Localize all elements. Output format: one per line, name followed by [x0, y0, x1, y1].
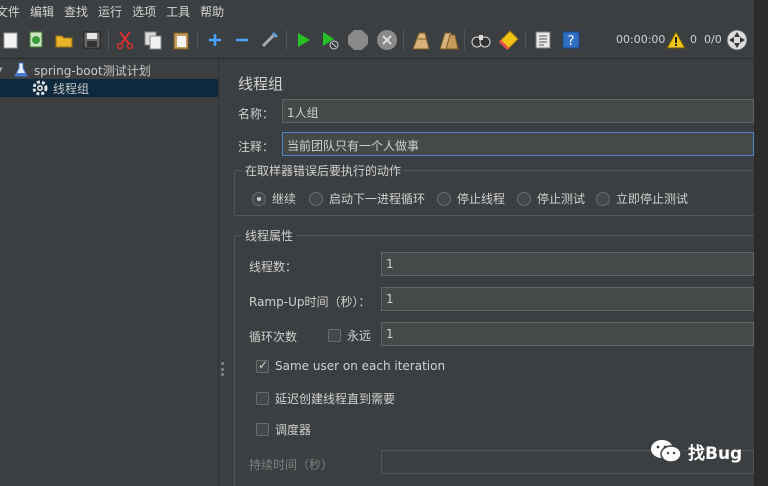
- menu-help[interactable]: 帮助: [195, 3, 229, 20]
- radio-start-next-loop[interactable]: 启动下一进程循环: [309, 190, 425, 207]
- reset-search-icon[interactable]: [498, 29, 520, 51]
- toolbar: ? 00:00:00 0 0/0: [0, 23, 754, 59]
- new-icon[interactable]: [0, 29, 22, 51]
- watermark: 找Bug: [650, 438, 742, 464]
- delay-thread-creation-checkbox[interactable]: 延迟创建线程直到需要: [256, 390, 395, 407]
- remote-status-icon[interactable]: [726, 29, 748, 51]
- cut-icon[interactable]: [114, 29, 136, 51]
- stop-icon[interactable]: [347, 29, 369, 51]
- save-icon[interactable]: [81, 29, 103, 51]
- copy-icon[interactable]: [142, 29, 164, 51]
- menu-edit[interactable]: 编辑: [25, 3, 59, 20]
- checkbox-icon[interactable]: [256, 392, 269, 405]
- warning-icon[interactable]: [665, 29, 687, 51]
- thread-properties-title: 线程属性: [242, 227, 297, 244]
- open-icon[interactable]: [53, 29, 75, 51]
- svg-text:?: ?: [568, 34, 575, 49]
- tree-node-label: spring-boot测试计划: [34, 63, 151, 78]
- thread-group-panel: 线程组 名称： 1人组 注释： 当前团队只有一个人做事 在取样器错误后要执行的动…: [228, 59, 764, 486]
- menu-file[interactable]: 文件: [0, 3, 25, 20]
- clear-icon[interactable]: [409, 29, 431, 51]
- menu-bar: 文件 编辑 查找 运行 选项 工具 帮助: [0, 0, 768, 23]
- tree-node-test-plan[interactable]: ▾ spring-boot测试计划: [0, 61, 151, 79]
- function-helper-icon[interactable]: [532, 29, 554, 51]
- toolbar-divider: [525, 30, 526, 50]
- menu-run[interactable]: 运行: [93, 3, 127, 20]
- menu-tools[interactable]: 工具: [161, 3, 195, 20]
- toolbar-divider: [108, 30, 109, 50]
- page-title: 线程组: [238, 75, 284, 93]
- loop-count-label: 循环次数: [249, 330, 298, 344]
- active-thread-count: 0/0: [704, 33, 722, 46]
- clear-all-icon[interactable]: [437, 29, 459, 51]
- comment-field[interactable]: 当前团队只有一个人做事: [282, 132, 754, 156]
- toolbar-divider: [464, 30, 465, 50]
- paste-icon[interactable]: [170, 29, 192, 51]
- wechat-icon: [650, 438, 682, 464]
- start-no-pauses-icon[interactable]: [319, 29, 341, 51]
- warning-count: 0: [690, 33, 697, 46]
- radio-stop-test-now[interactable]: 立即停止测试: [596, 190, 688, 207]
- loop-count-field[interactable]: 1: [381, 322, 754, 346]
- splitter-grip-icon[interactable]: [221, 362, 224, 376]
- menu-search[interactable]: 查找: [59, 3, 93, 20]
- toolbar-divider: [286, 30, 287, 50]
- gear-icon: [32, 80, 48, 96]
- flask-icon: [14, 62, 28, 78]
- shutdown-icon[interactable]: [376, 29, 398, 51]
- radio-stop-test[interactable]: 停止测试: [517, 190, 585, 207]
- toolbar-divider: [403, 30, 404, 50]
- toggle-icon[interactable]: [259, 29, 281, 51]
- name-field[interactable]: 1人组: [282, 99, 754, 123]
- rampup-field[interactable]: 1: [381, 287, 754, 311]
- expand-arrow-icon[interactable]: ▾: [0, 65, 8, 75]
- checkmark-icon[interactable]: [256, 358, 269, 373]
- tree-node-thread-group[interactable]: 线程组: [0, 79, 218, 97]
- name-label: 名称：: [238, 107, 275, 121]
- expand-all-icon[interactable]: [204, 29, 226, 51]
- radio-stop-thread[interactable]: 停止线程: [437, 190, 505, 207]
- comment-label: 注释：: [238, 140, 275, 154]
- menu-options[interactable]: 选项: [127, 3, 161, 20]
- watermark-text: 找Bug: [688, 443, 743, 464]
- radio-continue[interactable]: 继续: [252, 190, 296, 207]
- checkbox-icon[interactable]: [256, 423, 269, 436]
- search-icon[interactable]: [470, 29, 492, 51]
- radio-dot-icon[interactable]: [309, 191, 323, 206]
- elapsed-timer: 00:00:00: [616, 33, 666, 46]
- window-right-edge: [754, 0, 768, 486]
- templates-icon[interactable]: [25, 29, 47, 51]
- checkbox-icon[interactable]: [328, 329, 341, 342]
- on-error-title: 在取样器错误后要执行的动作: [242, 162, 405, 179]
- duration-label: 持续时间（秒）: [249, 458, 334, 472]
- forever-checkbox[interactable]: 永远: [328, 327, 371, 344]
- help-icon[interactable]: ?: [560, 29, 582, 51]
- threads-label: 线程数：: [249, 260, 298, 274]
- radio-dot-icon[interactable]: [252, 191, 266, 206]
- radio-dot-icon[interactable]: [596, 191, 610, 206]
- radio-dot-icon[interactable]: [437, 191, 451, 206]
- start-icon[interactable]: [292, 29, 314, 51]
- rampup-label: Ramp-Up时间（秒）：: [249, 295, 371, 309]
- same-user-checkbox[interactable]: Same user on each iteration: [256, 358, 445, 373]
- toolbar-divider: [197, 30, 198, 50]
- scheduler-checkbox[interactable]: 调度器: [256, 421, 311, 438]
- radio-dot-icon[interactable]: [517, 191, 531, 206]
- test-plan-tree: ▾ spring-boot测试计划 线程组: [0, 59, 218, 486]
- collapse-all-icon[interactable]: [231, 29, 253, 51]
- panel-splitter[interactable]: [218, 59, 228, 486]
- tree-node-label: 线程组: [53, 81, 90, 96]
- threads-field[interactable]: 1: [381, 252, 754, 276]
